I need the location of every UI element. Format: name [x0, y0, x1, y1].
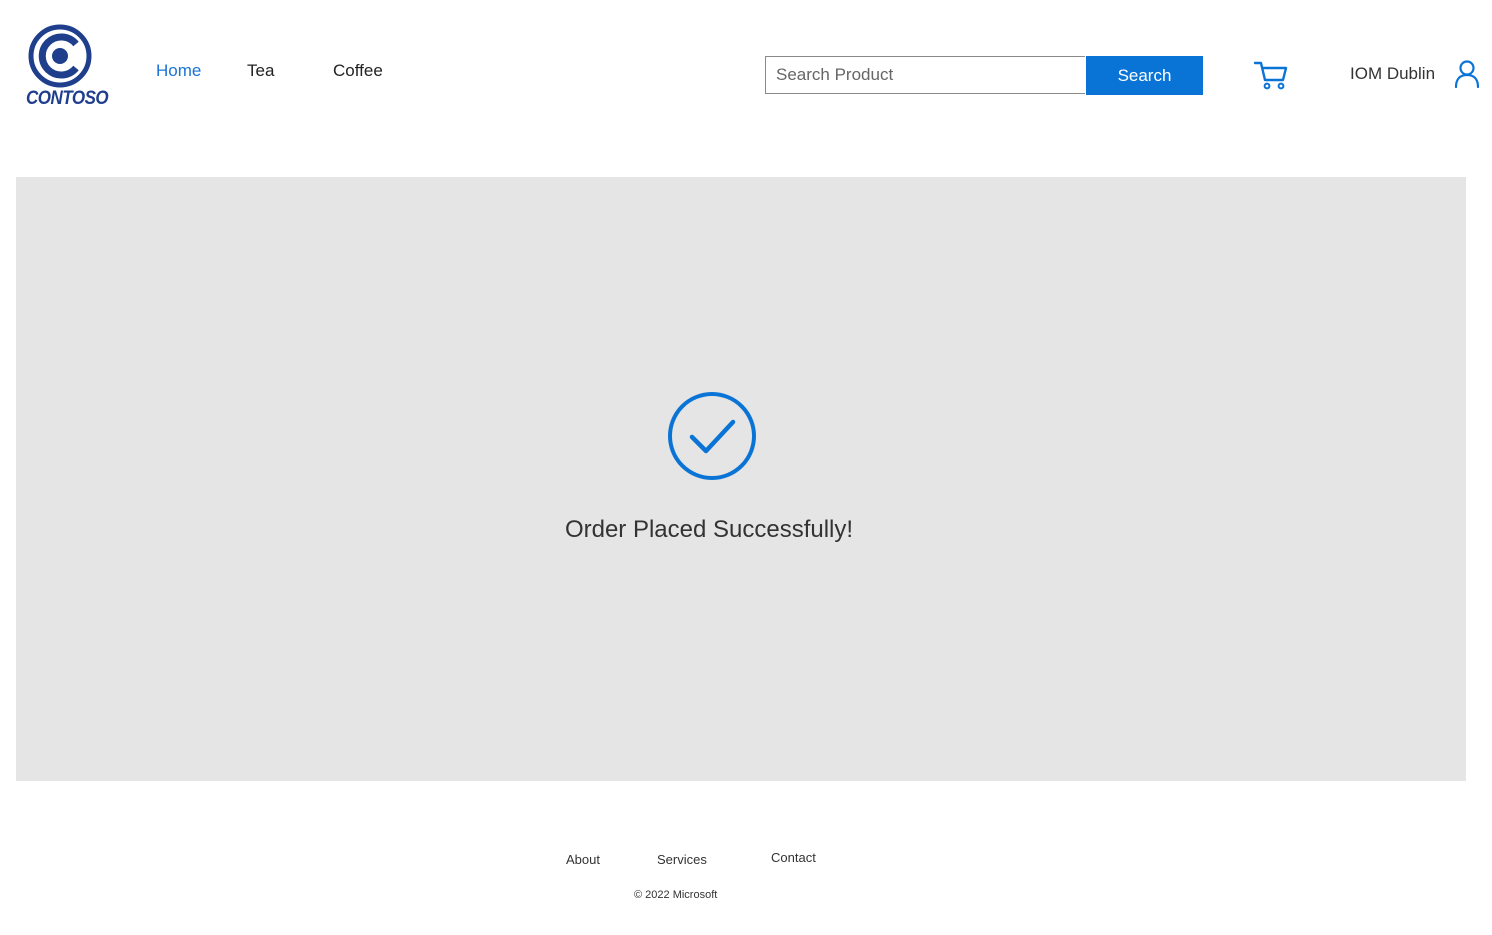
contoso-logo[interactable]: CONTOSO: [26, 24, 109, 110]
footer-link-services[interactable]: Services: [657, 852, 707, 867]
nav-coffee[interactable]: Coffee: [333, 61, 383, 81]
logo-text: CONTOSO: [26, 86, 109, 109]
search-input[interactable]: [765, 56, 1085, 94]
order-confirmation-panel: Order Placed Successfully!: [16, 177, 1466, 781]
footer-link-contact[interactable]: Contact: [771, 850, 816, 865]
copyright: © 2022 Microsoft: [634, 889, 718, 901]
search-button[interactable]: Search: [1086, 56, 1203, 95]
nav-home[interactable]: Home: [156, 61, 201, 81]
success-message: Order Placed Successfully!: [564, 516, 854, 543]
footer-link-about[interactable]: About: [566, 852, 600, 867]
user-icon[interactable]: [1454, 60, 1480, 88]
nav-tea[interactable]: Tea: [247, 61, 274, 81]
logo-mark-icon: [28, 24, 92, 88]
user-name[interactable]: IOM Dublin: [1350, 64, 1435, 84]
page: CONTOSO Home Tea Coffee Search IOM Dubli…: [0, 0, 1492, 935]
check-circle-icon: [668, 392, 756, 480]
cart-icon[interactable]: [1253, 59, 1289, 91]
